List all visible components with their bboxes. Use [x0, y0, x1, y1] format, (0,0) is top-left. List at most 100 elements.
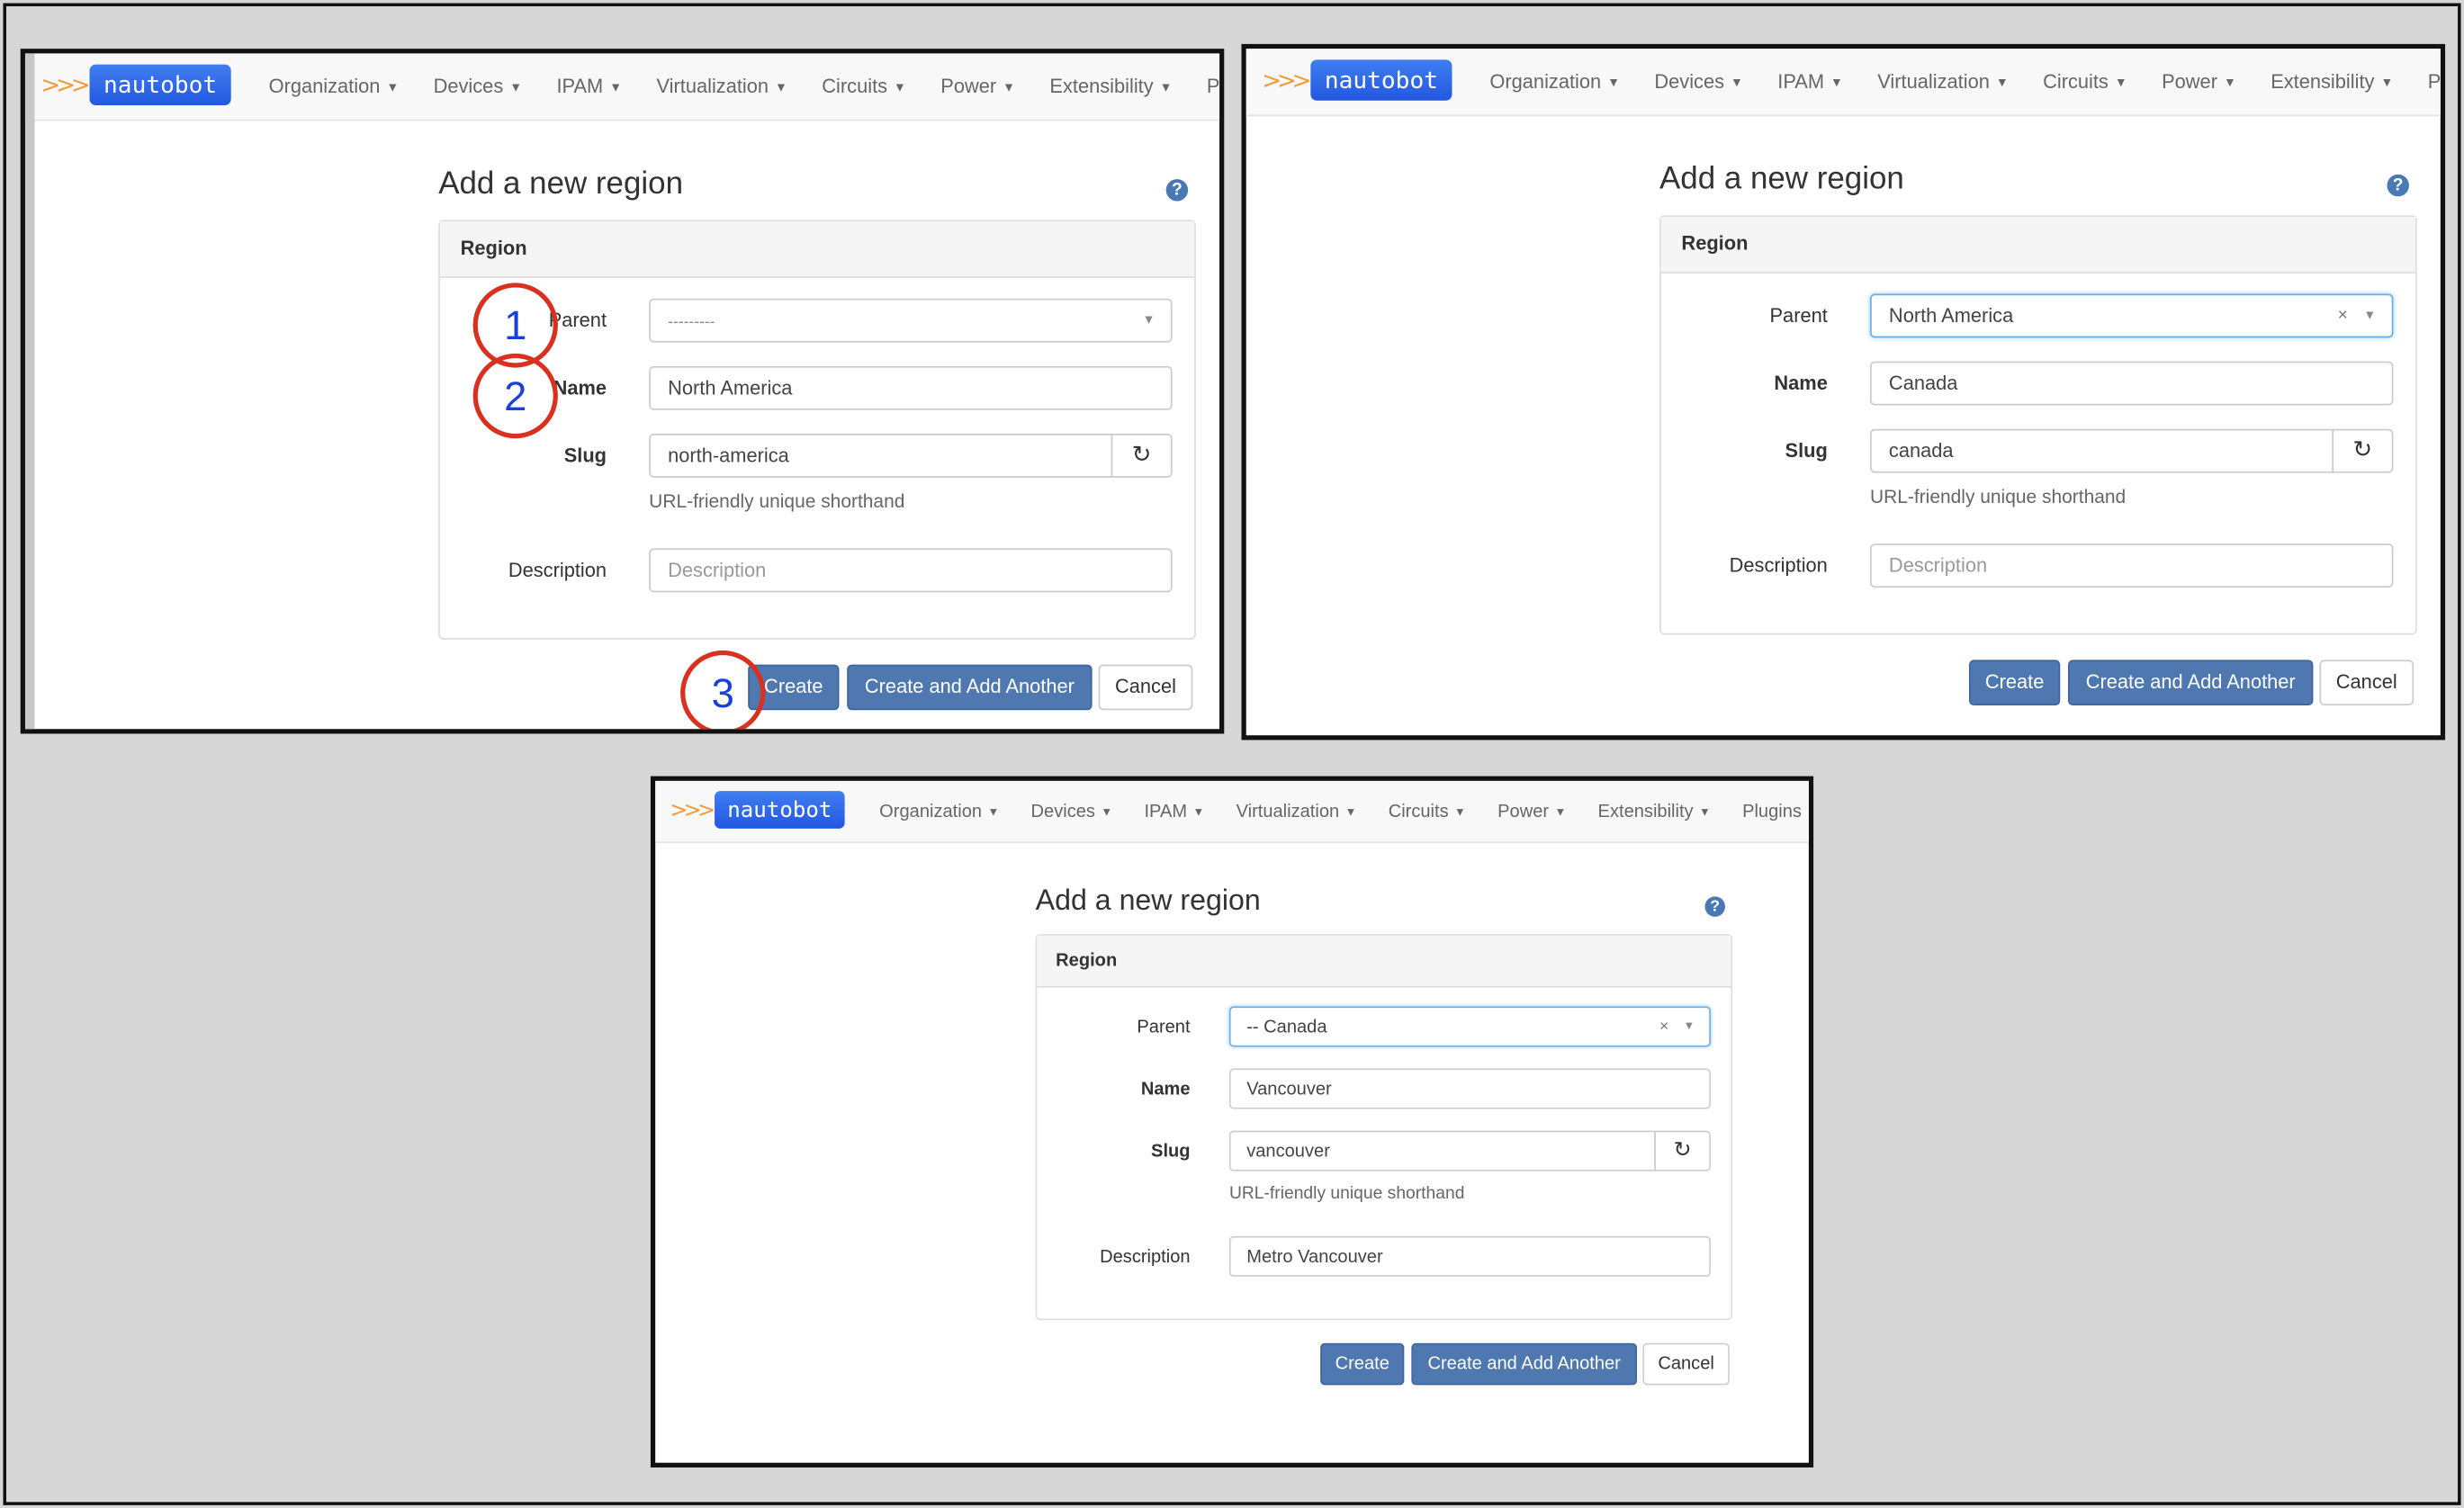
create-and-add-another-button[interactable]: Create and Add Another	[847, 664, 1093, 711]
nav-item-ipam[interactable]: IPAM ▼	[1144, 801, 1204, 821]
nav-item-power[interactable]: Power ▼	[2162, 71, 2236, 93]
name-field[interactable]: Canada	[1869, 361, 2394, 406]
name-field[interactable]: North America	[649, 365, 1173, 410]
caret-down-icon: ▼	[894, 80, 906, 94]
description-label: Description	[508, 559, 607, 582]
description-field[interactable]: Metro Vancouver	[1228, 1235, 1711, 1277]
name-label: Name	[1774, 372, 1828, 395]
nav-item-label: Virtualization	[1236, 801, 1340, 821]
nautobot-logo[interactable]: nautobot	[715, 791, 845, 829]
slug-label: Slug	[563, 444, 607, 467]
chevron-down-icon: ▼	[2363, 308, 2377, 322]
nautobot-logo[interactable]: nautobot	[89, 64, 231, 105]
nav-item-organization[interactable]: Organization ▼	[269, 76, 400, 97]
caret-down-icon: ▼	[1101, 805, 1113, 819]
nav-item-extensibility[interactable]: Extensibility ▼	[1598, 801, 1711, 821]
nav-item-devices[interactable]: Devices ▼	[1654, 71, 1742, 93]
clear-icon[interactable]: ×	[2338, 295, 2348, 336]
parent-select[interactable]: North America × ▼	[1869, 293, 2394, 338]
nav-item-organization[interactable]: Organization ▼	[1489, 71, 1620, 93]
page-title: Add a new region	[1659, 161, 1904, 197]
nav-item-plugins[interactable]: Plugins▼	[1742, 801, 1809, 821]
page-title: Add a new region	[1035, 884, 1261, 917]
nav-item-circuits[interactable]: Circuits ▼	[822, 76, 906, 97]
create-and-add-another-button[interactable]: Create and Add Another	[2067, 660, 2314, 706]
nav-item-label: Organization	[1489, 70, 1602, 94]
slug-help-text: URL-friendly unique shorthand	[1869, 485, 2127, 508]
nav-item-circuits[interactable]: Circuits ▼	[1389, 801, 1466, 821]
nav-item-label: Extensibility	[2271, 70, 2375, 94]
sidebar-edge	[24, 53, 35, 730]
logo-chevrons-icon: >>>	[40, 70, 90, 100]
nav-item-power[interactable]: Power ▼	[940, 76, 1015, 97]
description-field[interactable]: Description	[1869, 543, 2394, 588]
page-title: Add a new region	[438, 166, 684, 202]
cancel-button[interactable]: Cancel	[1642, 1342, 1730, 1386]
nav-menu: Organization ▼ Devices ▼ IPAM ▼ Virtualization…	[269, 53, 1219, 119]
slug-field[interactable]: north-america	[649, 433, 1113, 478]
slug-field[interactable]: canada	[1869, 428, 2334, 473]
caret-down-icon: ▼	[1731, 75, 1743, 90]
screenshot-panel-1: >>> nautobot Organization ▼ Devices ▼ IPAM ▼ Vir…	[20, 49, 1225, 734]
nav-item-ipam[interactable]: IPAM ▼	[556, 76, 622, 97]
regenerate-slug-button[interactable]: ↻	[1654, 1130, 1711, 1171]
nav-item-virtualization[interactable]: Virtualization ▼	[1877, 71, 2008, 93]
nav-item-label: IPAM	[556, 75, 604, 98]
slug-label: Slug	[1785, 439, 1828, 462]
screenshot-panel-2: >>> nautobot Organization ▼ Devices ▼ IPAM ▼ Vir…	[1241, 43, 2446, 741]
nav-item-label: Extensibility	[1049, 75, 1154, 98]
annotation-step-2: 2	[472, 353, 558, 439]
nav-item-circuits[interactable]: Circuits ▼	[2043, 71, 2127, 93]
caret-down-icon: ▼	[1995, 75, 2009, 90]
nav-item-plugins[interactable]: Plugins▼	[2428, 71, 2441, 93]
nav-item-power[interactable]: Power ▼	[1497, 801, 1566, 821]
clear-icon[interactable]: ×	[1659, 1008, 1668, 1046]
chevron-down-icon: ▼	[1142, 312, 1156, 328]
regenerate-slug-button[interactable]: ↻	[1111, 433, 1173, 478]
refresh-icon: ↻	[2352, 436, 2373, 464]
nav-item-label: Extensibility	[1597, 801, 1694, 821]
help-icon[interactable]: ?	[1165, 179, 1189, 202]
nav-item-organization[interactable]: Organization ▼	[879, 801, 999, 821]
navbar: >>> nautobot Organization ▼ Devices ▼ IPAM ▼ Vir…	[1245, 49, 2441, 117]
caret-down-icon: ▼	[609, 80, 623, 94]
cancel-button[interactable]: Cancel	[2319, 660, 2415, 706]
cancel-button[interactable]: Cancel	[1098, 664, 1193, 711]
nav-item-label: Circuits	[2043, 70, 2109, 94]
parent-select[interactable]: --------- ▼	[649, 298, 1173, 343]
regenerate-slug-button[interactable]: ↻	[2332, 428, 2394, 473]
nav-item-devices[interactable]: Devices ▼	[1031, 801, 1113, 821]
logo-chevrons-icon: >>>	[1262, 66, 1311, 94]
parent-label: Parent	[1769, 304, 1828, 328]
nautobot-logo[interactable]: nautobot	[1310, 59, 1452, 101]
help-icon[interactable]: ?	[2387, 174, 2409, 197]
slug-field[interactable]: vancouver	[1228, 1130, 1656, 1171]
refresh-icon: ↻	[1673, 1137, 1692, 1162]
slug-help-text: URL-friendly unique shorthand	[1228, 1182, 1465, 1203]
create-and-add-another-button[interactable]: Create and Add Another	[1411, 1342, 1637, 1386]
nav-item-label: Plugins	[1742, 801, 1802, 821]
nav-item-label: Power	[2162, 70, 2217, 94]
nav-item-virtualization[interactable]: Virtualization ▼	[656, 76, 787, 97]
nav-item-virtualization[interactable]: Virtualization ▼	[1236, 801, 1357, 821]
nav-item-plugins[interactable]: Plugins▼	[1207, 76, 1219, 97]
caret-down-icon: ▼	[1003, 80, 1015, 94]
description-label: Description	[1729, 554, 1828, 577]
name-field[interactable]: Vancouver	[1228, 1068, 1711, 1109]
panel-content: >>> nautobot Organization ▼ Devices ▼ IPAM ▼ Vir…	[1245, 49, 2441, 735]
refresh-icon: ↻	[1131, 441, 1152, 469]
nav-item-label: Circuits	[1388, 801, 1449, 821]
create-button[interactable]: Create	[1968, 660, 2061, 706]
parent-select[interactable]: -- Canada × ▼	[1228, 1006, 1711, 1047]
screenshot-panel-3: >>> nautobot Organization ▼ Devices ▼ IPAM ▼ Vir…	[650, 776, 1814, 1468]
description-field[interactable]: Description	[649, 548, 1173, 593]
nav-item-devices[interactable]: Devices ▼	[434, 76, 522, 97]
nav-item-extensibility[interactable]: Extensibility ▼	[2271, 71, 2393, 93]
create-button[interactable]: Create	[1320, 1342, 1405, 1386]
nav-item-label: Virtualization	[656, 75, 769, 98]
nav-item-ipam[interactable]: IPAM ▼	[1777, 71, 1843, 93]
nav-item-extensibility[interactable]: Extensibility ▼	[1049, 76, 1172, 97]
parent-label: Parent	[1137, 1016, 1191, 1037]
help-icon[interactable]: ?	[1704, 896, 1725, 917]
caret-down-icon: ▼	[775, 80, 787, 94]
